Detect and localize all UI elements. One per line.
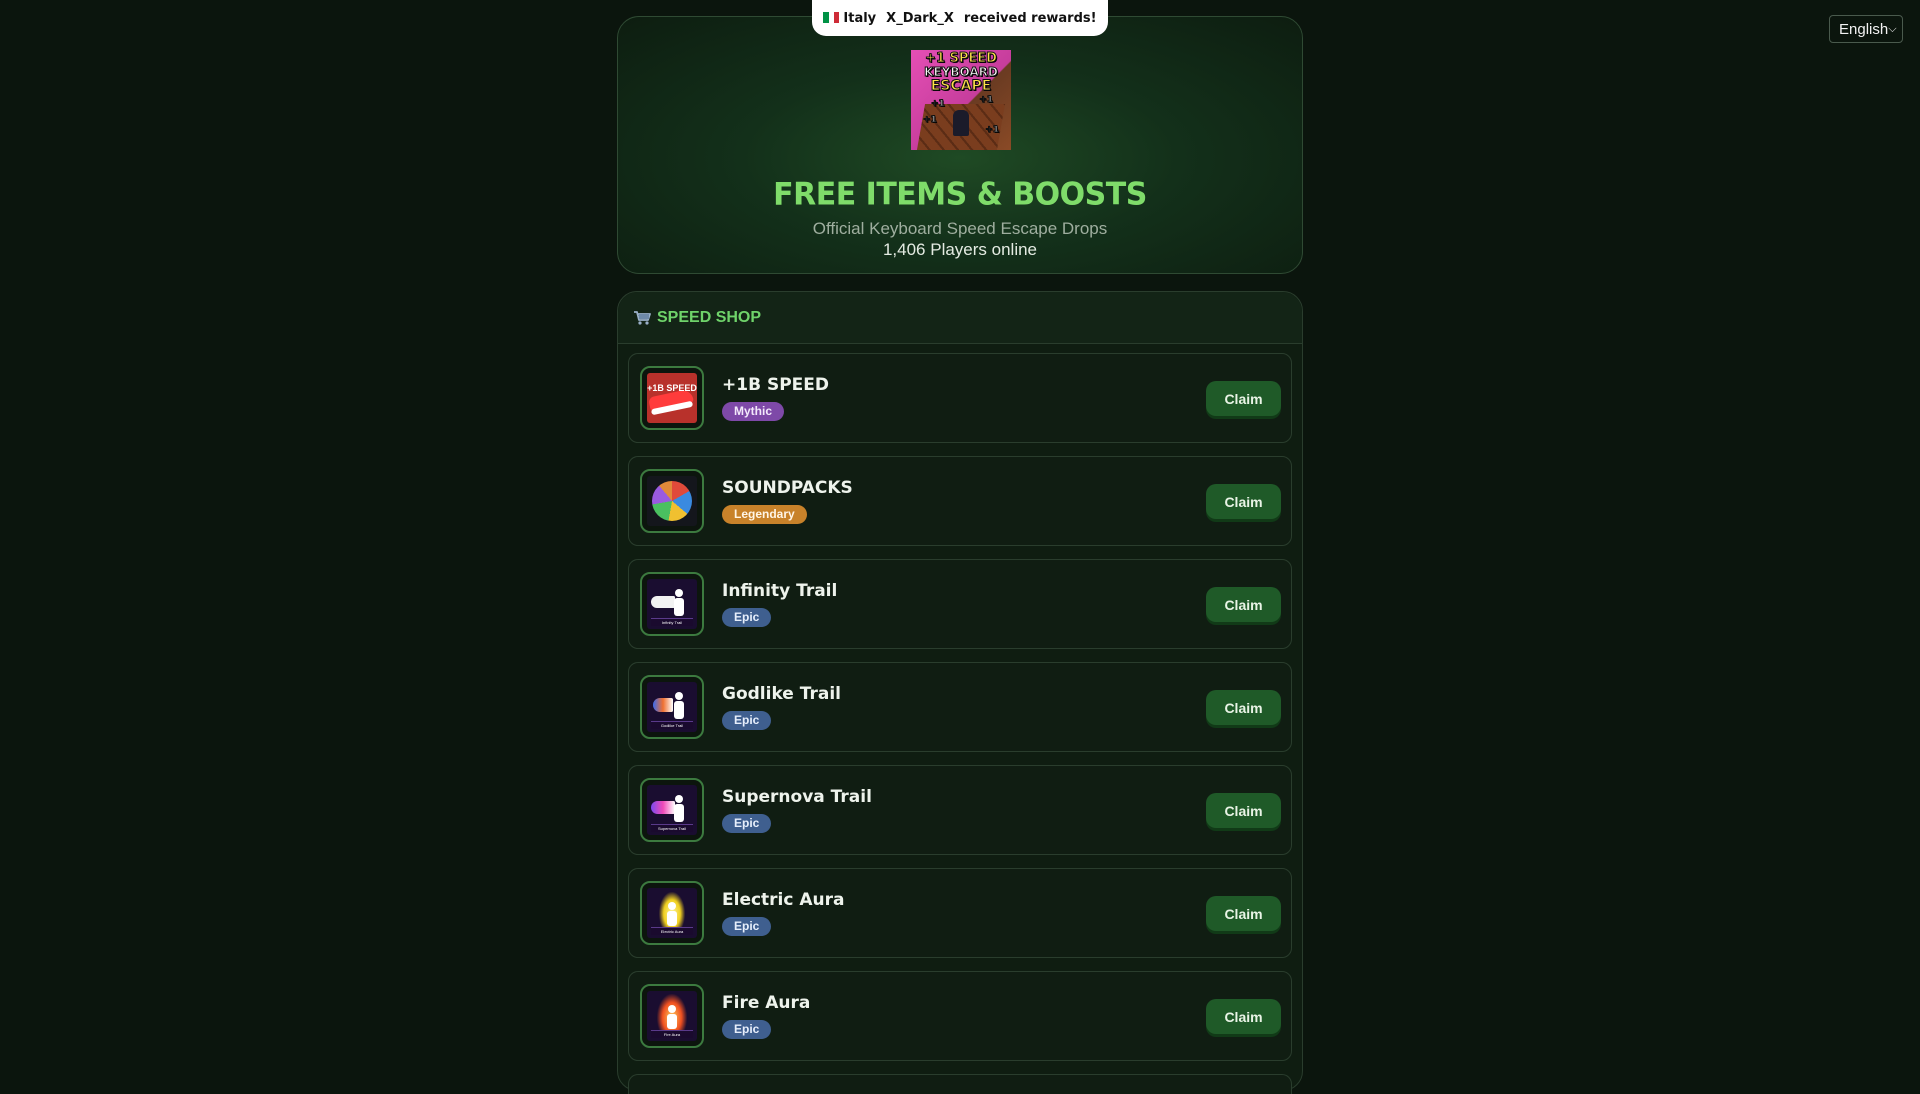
item-name: SOUNDPACKS [722, 478, 853, 498]
rarity-badge: Mythic [722, 402, 785, 421]
rarity-badge: Epic [722, 1020, 772, 1039]
toast-player-name: X_Dark_X [886, 10, 954, 26]
trail-runner-icon: Infinity Trail [640, 572, 704, 636]
trail-runner-icon: Godlike Trail [640, 675, 704, 739]
claim-button[interactable]: Claim [1206, 587, 1281, 622]
shop-item-fire-aura: Fire Aura Fire Aura Epic Claim [628, 971, 1292, 1061]
hero-card: +1 SPEED KEYBOARD ESCAPE +1 +1 +1 +1 FRE… [617, 16, 1303, 274]
item-name: Infinity Trail [722, 581, 838, 601]
item-name: Godlike Trail [722, 684, 841, 704]
reward-toast: Italy X_Dark_X received rewards! [812, 0, 1108, 36]
cart-icon [634, 310, 651, 325]
claim-button[interactable]: Claim [1206, 690, 1281, 725]
players-online-count: 1,406 Players online [882, 240, 1038, 259]
item-name: Fire Aura [722, 993, 811, 1013]
page-subtitle: Official Keyboard Speed Escape Drops [812, 219, 1108, 238]
speed-shoe-icon: +1B SPEED [640, 366, 704, 430]
language-select[interactable]: English ⌵ [1829, 15, 1903, 43]
shop-item-godlike-trail: Godlike Trail Godlike Trail Epic Claim [628, 662, 1292, 752]
rarity-badge: Epic [722, 711, 772, 730]
rarity-badge: Epic [722, 814, 772, 833]
aura-icon: Electric Aura [640, 881, 704, 945]
claim-button[interactable]: Claim [1206, 793, 1281, 828]
shop-item-speed: +1B SPEED +1B SPEED Mythic Claim [628, 353, 1292, 443]
item-name: Supernova Trail [722, 787, 872, 807]
aura-icon: Fire Aura [640, 984, 704, 1048]
shop-header: SPEED SHOP [618, 292, 1302, 344]
speed-shop-panel: SPEED SHOP +1B SPEED +1B SPEED Mythic Cl… [617, 291, 1303, 1094]
item-name: +1B SPEED [722, 375, 829, 395]
claim-button[interactable]: Claim [1206, 999, 1281, 1034]
claim-button[interactable]: Claim [1206, 896, 1281, 931]
italy-flag-icon [823, 11, 840, 23]
trail-runner-icon: Supernova Trail [640, 778, 704, 842]
toast-country: Italy [823, 11, 876, 26]
page-title: FREE ITEMS & BOOSTS [773, 176, 1147, 213]
language-selected-value: English [1839, 20, 1889, 38]
chevron-down-icon: ⌵ [1888, 22, 1897, 35]
shop-item-supernova-trail: Supernova Trail Supernova Trail Epic Cla… [628, 765, 1292, 855]
shop-title: SPEED SHOP [657, 308, 762, 326]
claim-button[interactable]: Claim [1206, 381, 1281, 416]
soundpack-orb-icon [640, 469, 704, 533]
shop-item-infinity-trail: Infinity Trail Infinity Trail Epic Claim [628, 559, 1292, 649]
item-name: Electric Aura [722, 890, 845, 910]
toast-message: received rewards! [963, 10, 1097, 26]
rarity-badge: Legendary [722, 505, 807, 524]
game-logo: +1 SPEED KEYBOARD ESCAPE +1 +1 +1 +1 [911, 50, 1011, 150]
shop-item-soundpacks: SOUNDPACKS Legendary Claim [628, 456, 1292, 546]
rarity-badge: Epic [722, 917, 772, 936]
rarity-badge: Epic [722, 608, 772, 627]
shop-item-next [628, 1074, 1292, 1094]
claim-button[interactable]: Claim [1206, 484, 1281, 519]
shop-item-electric-aura: Electric Aura Electric Aura Epic Claim [628, 868, 1292, 958]
